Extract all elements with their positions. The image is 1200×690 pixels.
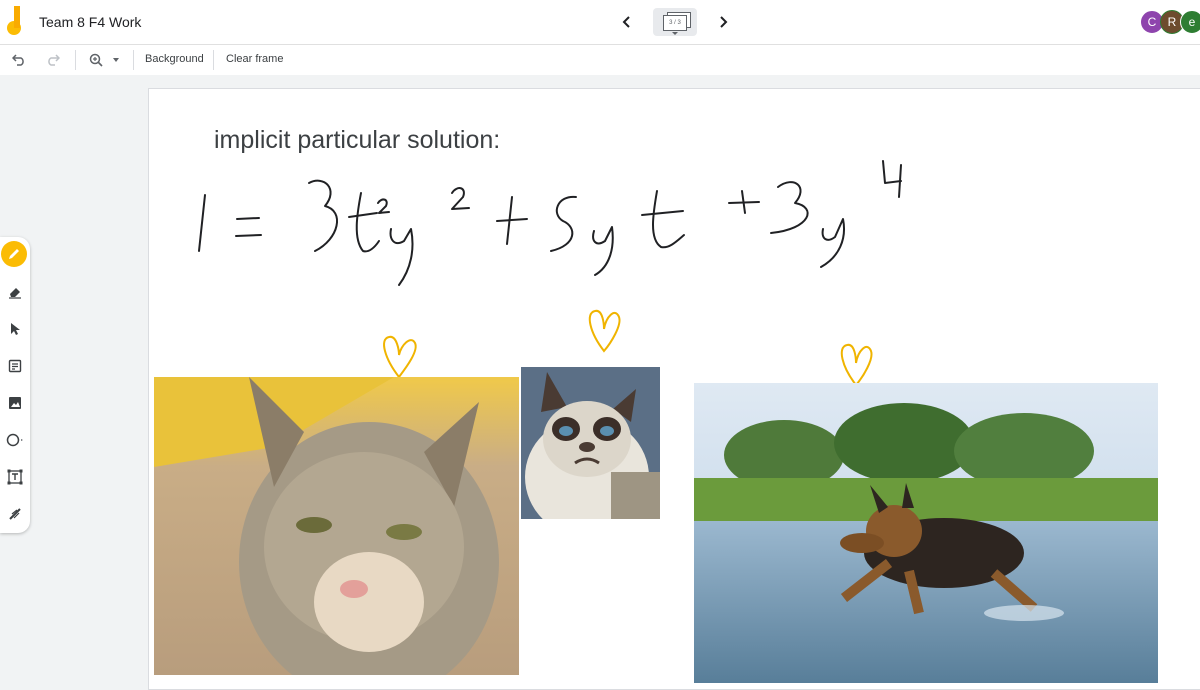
jamboard-logo[interactable] (4, 6, 26, 36)
grumpy-cat-photo[interactable] (521, 367, 660, 519)
tabby-cat-image (154, 377, 519, 675)
previous-frame-button[interactable] (615, 10, 639, 34)
image-icon (9, 397, 21, 409)
add-image-button[interactable] (3, 391, 27, 415)
redo-button[interactable] (44, 51, 62, 69)
divider (133, 50, 134, 70)
circle-shape-button[interactable] (3, 428, 27, 452)
avatar[interactable]: e (1180, 10, 1200, 34)
eraser-tool-button[interactable] (3, 280, 27, 304)
top-bar: Team 8 F4 Work 3 / 3 C R e (0, 0, 1200, 45)
heart-drawing (840, 343, 873, 387)
cat-photo[interactable] (154, 377, 519, 675)
document-title[interactable]: Team 8 F4 Work (39, 14, 141, 30)
text-box-button[interactable] (3, 465, 27, 489)
text-box-icon (7, 469, 23, 485)
sticky-note-icon (8, 359, 22, 373)
pen-tool-button[interactable] (1, 241, 27, 267)
zoom-dropdown-button[interactable] (110, 51, 122, 69)
caret-down-icon (672, 32, 678, 35)
background-button[interactable]: Background (145, 53, 204, 65)
chevron-right-icon (720, 16, 728, 28)
dog-photo[interactable] (694, 383, 1158, 683)
tool-panel (0, 237, 30, 533)
sticky-note-button[interactable] (3, 354, 27, 378)
redo-icon (48, 54, 60, 66)
zoom-in-icon (89, 53, 103, 67)
chevron-left-icon (622, 16, 630, 28)
frame-indicator: 3 / 3 (663, 15, 687, 31)
laser-icon (9, 508, 21, 520)
edit-toolbar: Background Clear frame (0, 45, 1200, 75)
next-frame-button[interactable] (711, 10, 735, 34)
heart-drawing (588, 309, 621, 353)
clear-frame-button[interactable]: Clear frame (226, 53, 283, 65)
divider (213, 50, 214, 70)
circle-shape-icon (6, 433, 23, 447)
whiteboard-canvas[interactable]: implicit particular solution: (148, 88, 1200, 690)
heart-drawing (383, 335, 417, 379)
select-tool-button[interactable] (3, 317, 27, 341)
grumpy-cat-image (521, 367, 660, 519)
undo-button[interactable] (10, 51, 28, 69)
select-icon (11, 323, 20, 335)
frame-bar-toggle[interactable]: 3 / 3 (653, 8, 697, 36)
laser-pointer-button[interactable] (3, 502, 27, 526)
german-shepherd-image (694, 383, 1158, 683)
divider (75, 50, 76, 70)
pen-icon (9, 249, 19, 259)
eraser-icon (9, 288, 21, 299)
caret-down-icon (113, 58, 119, 62)
zoom-button[interactable] (87, 51, 105, 69)
undo-icon (12, 54, 24, 66)
